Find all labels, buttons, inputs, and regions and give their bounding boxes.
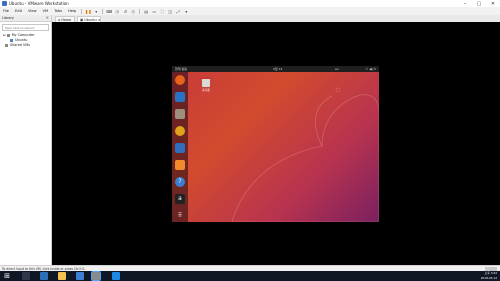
tree-label: Shared VMs <box>10 43 31 47</box>
rhythmbox-icon[interactable] <box>175 126 185 136</box>
close-icon[interactable]: × <box>46 15 49 20</box>
library-title: Library <box>2 16 14 20</box>
libreoffice-writer-icon[interactable] <box>175 143 185 153</box>
trash-label: 휴지통 <box>202 88 210 92</box>
menu-file[interactable]: File <box>0 7 12 15</box>
toolbar-separator <box>81 8 83 14</box>
library-search-input[interactable] <box>3 25 48 31</box>
files-icon[interactable] <box>175 109 185 119</box>
revert-snapshot-icon[interactable]: ↺ <box>122 8 128 14</box>
explorer-icon[interactable] <box>58 272 66 280</box>
help-icon[interactable]: ? <box>175 177 185 187</box>
shared-vms-icon <box>5 43 8 47</box>
power-menu-dropdown-icon[interactable]: ▾ <box>93 8 99 14</box>
thumbnail-icon[interactable]: ▭ <box>151 8 157 14</box>
app-taskbar-icon[interactable] <box>112 272 120 280</box>
show-applications-icon[interactable]: ⠿ <box>175 211 185 221</box>
thunderbird-icon[interactable] <box>175 92 185 102</box>
windows-start-icon[interactable]: ⊞ <box>3 272 11 280</box>
pause-vm-icon[interactable]: ❚❚ <box>85 8 92 14</box>
tree-label: My Computer <box>11 33 35 37</box>
tree-label: Ubuntu <box>15 38 28 42</box>
ubuntu-topbar: 현재 활동 3월 12 en ⚇ ◀) ⏻ <box>172 66 379 72</box>
windows-taskbar: ⊞ 오후 3:42 2018-03-12 <box>0 271 500 281</box>
taskview-icon[interactable] <box>22 272 30 280</box>
ubuntu-dock: ? a ⠿ <box>172 72 188 222</box>
minimize-button[interactable]: – <box>458 0 472 7</box>
ubuntu-desktop[interactable]: 현재 활동 3월 12 en ⚇ ◀) ⏻ ? a ⠿ 휴지통 <box>172 66 379 222</box>
window-title: Ubuntu - VMware Workstation <box>9 1 69 6</box>
menu-help[interactable]: Help <box>65 7 79 15</box>
tree-item-shared-vms[interactable]: Shared VMs <box>0 43 51 48</box>
unity-icon[interactable]: ◫ <box>167 8 173 14</box>
vm-icon <box>10 38 13 42</box>
input-language-indicator[interactable]: en <box>335 66 339 72</box>
store-icon[interactable] <box>76 272 84 280</box>
close-button[interactable]: ✕ <box>486 0 500 7</box>
edge-icon[interactable] <box>40 272 48 280</box>
menu-edit[interactable]: Edit <box>12 7 25 15</box>
vmware-logo-icon <box>2 1 7 6</box>
desktop-trash[interactable]: 휴지통 <box>199 77 213 92</box>
trash-icon <box>201 77 211 87</box>
amazon-icon[interactable]: a <box>175 194 185 204</box>
vm-display[interactable]: 현재 활동 3월 12 en ⚇ ◀) ⏻ ? a ⠿ 휴지통 <box>52 22 500 265</box>
firefox-icon[interactable] <box>175 75 185 85</box>
snapshot-manager-icon[interactable]: ◴ <box>130 8 136 14</box>
stretch-icon[interactable]: ⤢ <box>175 8 181 14</box>
clock-date: 2018-03-12 <box>480 275 497 280</box>
snapshot-icon[interactable]: ◷ <box>114 8 120 14</box>
software-center-icon[interactable] <box>175 160 185 170</box>
collapse-icon[interactable]: ⊟ <box>3 33 6 37</box>
menu-view[interactable]: View <box>25 7 40 15</box>
send-ctrl-alt-del-icon[interactable]: ⌨ <box>106 8 112 14</box>
clock[interactable]: 3월 12 <box>273 66 282 72</box>
library-toggle-icon[interactable]: ▤ <box>143 8 149 14</box>
library-panel: Library × ⊟ My Computer Ubuntu Shared VM… <box>0 15 52 265</box>
computer-icon <box>6 33 10 37</box>
menu-vm[interactable]: VM <box>40 7 52 15</box>
toolbar-separator <box>102 8 104 14</box>
system-clock[interactable]: 오후 3:42 2018-03-12 <box>481 271 497 280</box>
toolbar-separator <box>139 8 141 14</box>
stretch-dropdown-icon[interactable]: ▾ <box>183 8 189 14</box>
system-menu[interactable]: ⚇ ◀) ⏻ <box>366 66 376 72</box>
menu-tabs[interactable]: Tabs <box>51 7 65 15</box>
library-header: Library × <box>0 15 51 22</box>
menubar: File Edit View VM Tabs Help ❚❚ ▾ ⌨ ◷ ↺ ◴… <box>0 7 500 15</box>
vmware-taskbar-icon[interactable] <box>91 271 101 281</box>
fullscreen-icon[interactable]: ⛶ <box>159 8 165 14</box>
maximize-button[interactable]: ▢ <box>472 0 486 7</box>
library-search <box>2 24 49 31</box>
